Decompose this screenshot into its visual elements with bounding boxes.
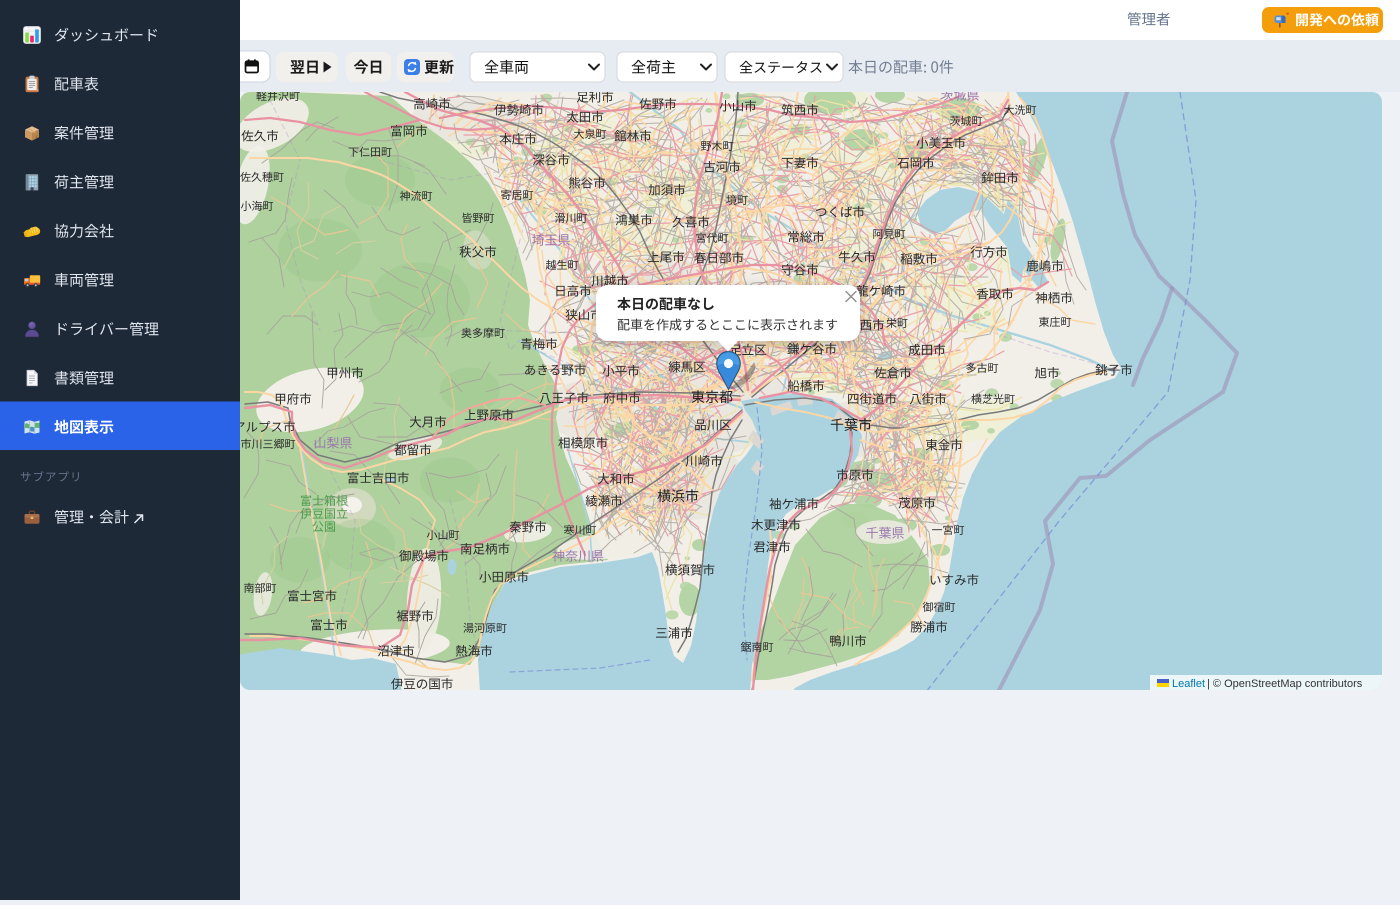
svg-text:| © OpenStreetMap contributors: | © OpenStreetMap contributors <box>1207 678 1363 690</box>
svg-text:Leaflet: Leaflet <box>1172 678 1205 690</box>
